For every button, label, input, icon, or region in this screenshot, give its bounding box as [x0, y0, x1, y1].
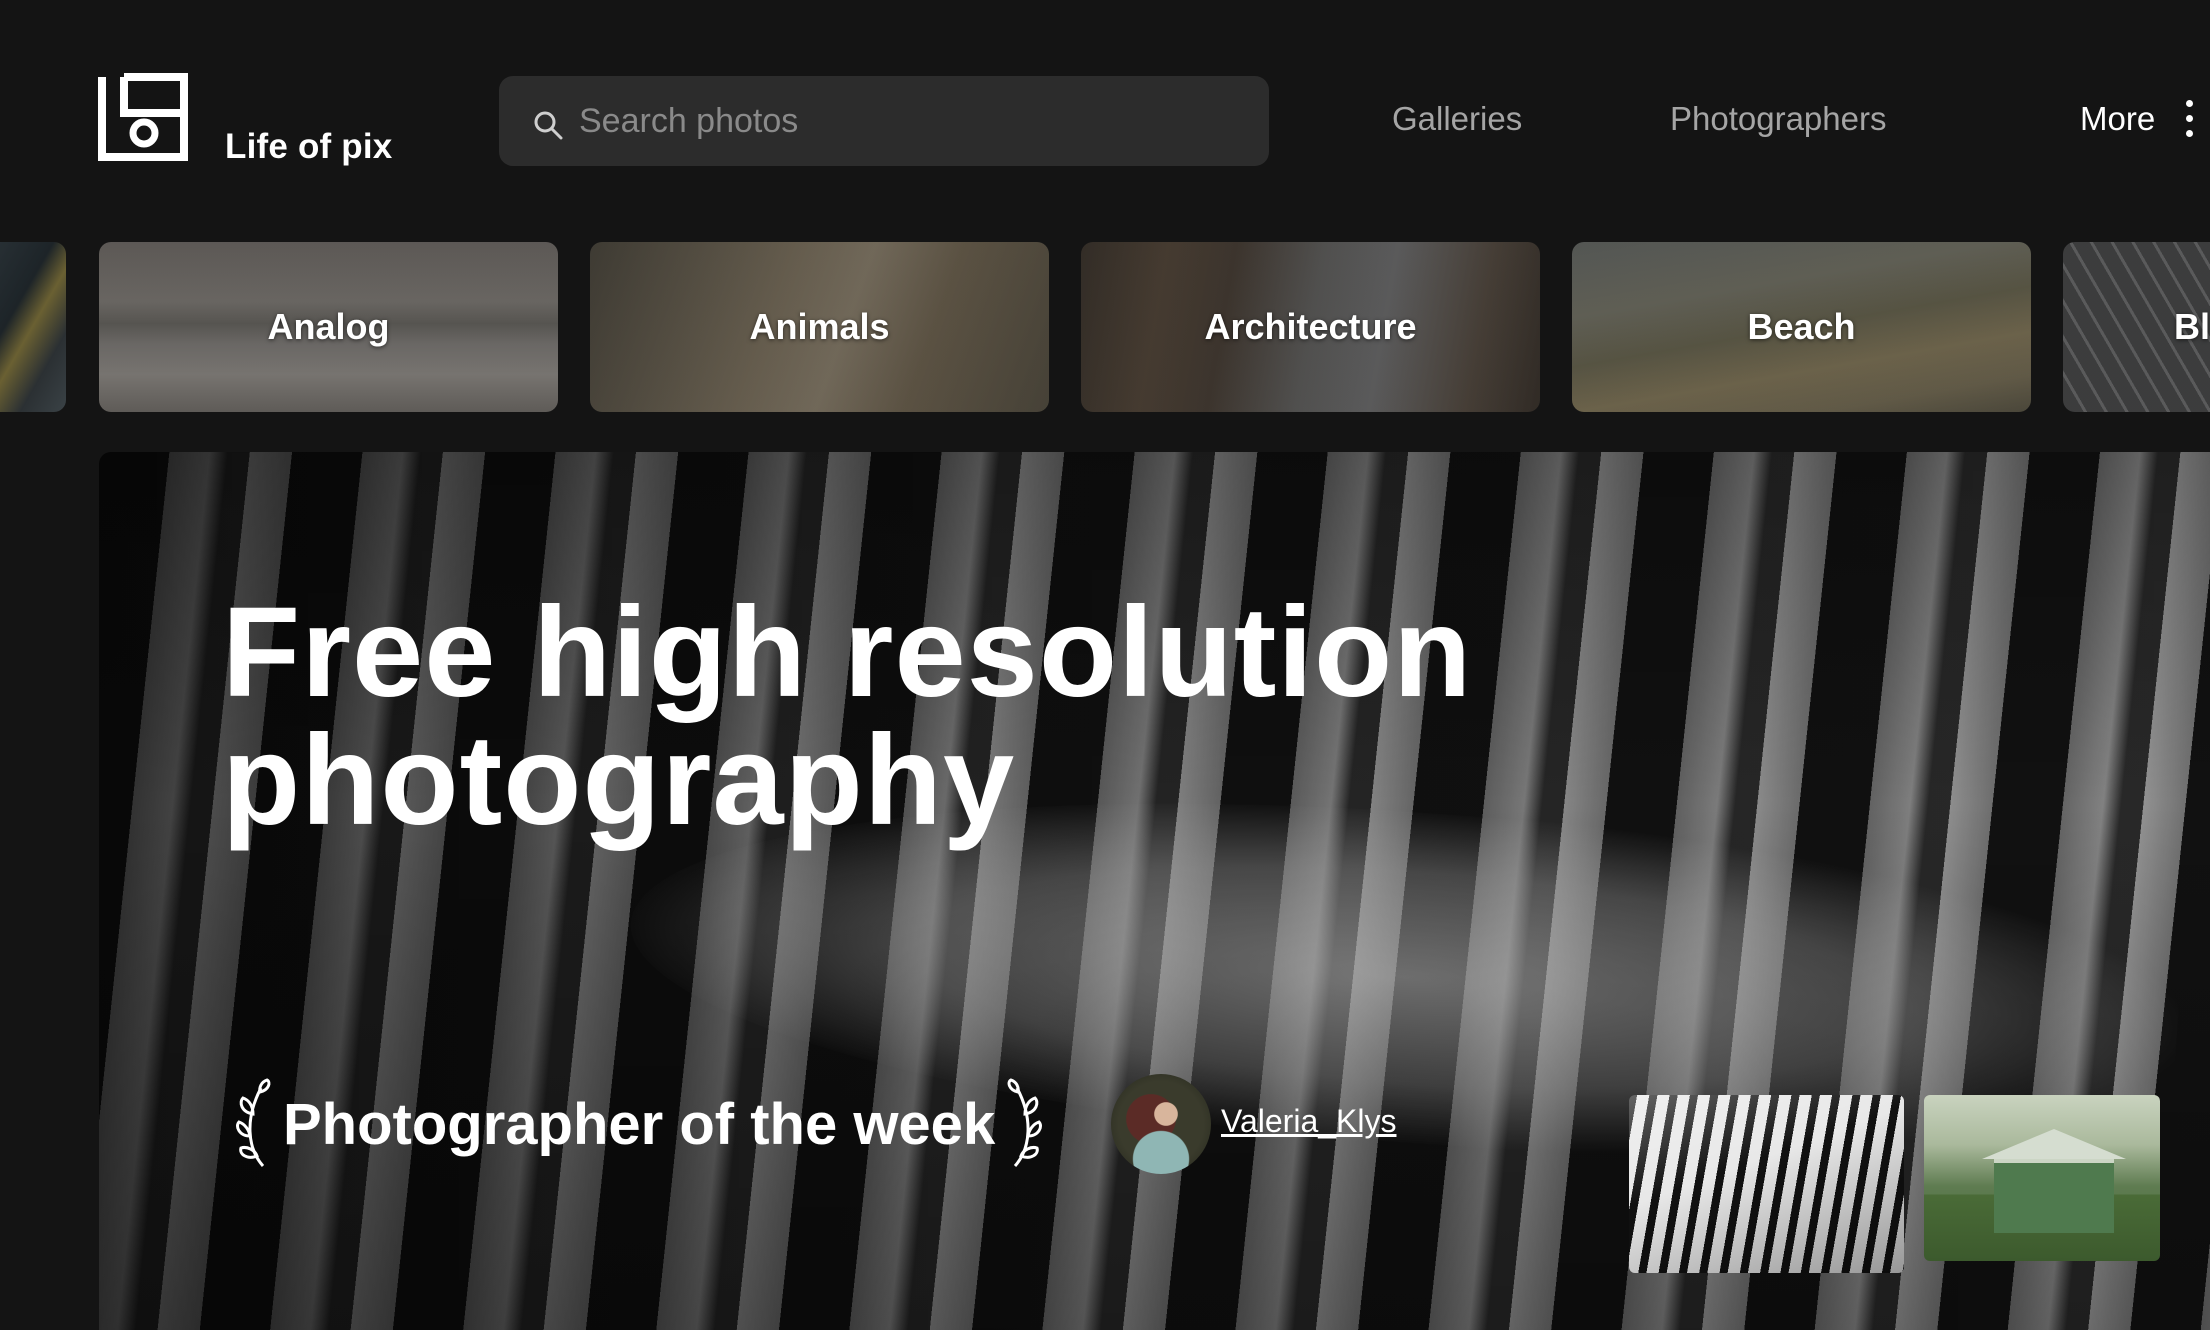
search-bar[interactable]	[499, 76, 1269, 166]
category-card-analog[interactable]: Analog	[99, 242, 558, 412]
photographer-thumbnail[interactable]	[1924, 1095, 2160, 1261]
laurel-right-icon	[1007, 1078, 1043, 1167]
more-vertical-icon[interactable]	[2182, 100, 2196, 144]
hero-title-line1: Free high resolution	[222, 581, 1473, 724]
category-label: Animals	[749, 306, 890, 347]
thumbnail-house-shape	[1982, 1129, 2126, 1233]
category-card-architecture[interactable]: Architecture	[1081, 242, 1540, 412]
category-label: Architecture	[1204, 306, 1417, 347]
brand-name[interactable]: Life of pix	[225, 127, 392, 167]
photographer-thumbnail[interactable]	[1629, 1095, 1904, 1273]
hero-title-line2: photography	[222, 709, 1016, 852]
laurel-left-icon	[236, 1078, 271, 1167]
photographer-avatar[interactable]	[1111, 1074, 1211, 1174]
nav-photographers[interactable]: Photographers	[1670, 100, 1886, 138]
search-input[interactable]	[579, 76, 1239, 166]
category-card-black-and-white[interactable]: Bl	[2063, 242, 2210, 412]
search-icon	[534, 111, 563, 140]
category-label: Analog	[267, 306, 390, 347]
nav-more[interactable]: More	[2080, 100, 2155, 138]
category-label: Bl	[2174, 306, 2210, 347]
nav-galleries[interactable]: Galleries	[1392, 100, 1522, 138]
hero-title: Free high resolution photography	[222, 589, 1622, 845]
photographer-of-week-label: Photographer of the week	[283, 1091, 996, 1157]
photographer-name-link[interactable]: Valeria_Klys	[1221, 1103, 1396, 1140]
category-card-animals[interactable]: Animals	[590, 242, 1049, 412]
photographer-of-week: Photographer of the week	[233, 1074, 1045, 1174]
category-label: Beach	[1747, 306, 1856, 347]
category-card-beach[interactable]: Beach	[1572, 242, 2031, 412]
page: Life of pix Galleries Photographers More…	[0, 0, 2210, 1330]
logo-icon[interactable]	[98, 73, 188, 161]
category-card-partial[interactable]	[0, 242, 66, 412]
hero-banner: Free high resolution photography Photogr…	[99, 452, 2210, 1330]
